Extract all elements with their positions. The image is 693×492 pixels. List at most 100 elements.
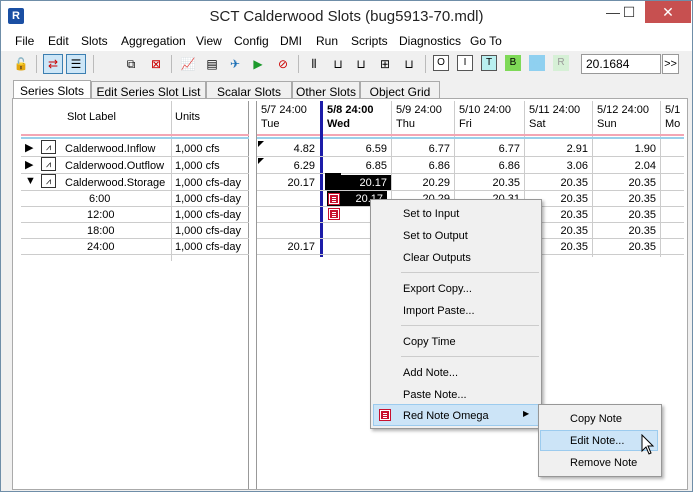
close-slot-icon[interactable]: ⊠ bbox=[146, 54, 166, 74]
grid-cell[interactable]: 1.90 bbox=[635, 143, 656, 155]
menu-config[interactable]: Config bbox=[234, 34, 269, 48]
column-header-day: Mo bbox=[665, 118, 681, 130]
grid-cell[interactable]: 2.04 bbox=[635, 160, 656, 172]
plot-icon[interactable]: 📈 bbox=[178, 54, 198, 74]
more-button[interactable]: >> bbox=[662, 54, 679, 74]
close-button[interactable]: ✕ bbox=[645, 1, 691, 23]
collapse-arrow-icon[interactable]: ▼ bbox=[25, 175, 36, 187]
grid-toggle-icon[interactable]: ☰ bbox=[66, 54, 86, 74]
menu-aggregation[interactable]: Aggregation bbox=[121, 34, 186, 48]
grid-cell[interactable]: 20.35 bbox=[628, 209, 656, 221]
play-icon[interactable]: ▶ bbox=[248, 54, 268, 74]
grid-cell[interactable]: 20.35 bbox=[628, 177, 656, 189]
grid-cell[interactable]: 6.77 bbox=[429, 143, 450, 155]
slot-units: 1,000 cfs bbox=[175, 143, 220, 155]
menu-clear-outputs[interactable]: Clear Outputs bbox=[403, 252, 471, 264]
menu-copy-note[interactable]: Copy Note bbox=[570, 413, 622, 425]
expand-arrow-icon[interactable]: ▶ bbox=[25, 158, 33, 171]
lock-icon[interactable]: 🔓 bbox=[11, 54, 31, 74]
column-header-day: Fri bbox=[459, 118, 472, 130]
column-header-date[interactable]: 5/1 bbox=[665, 104, 680, 116]
run-person-icon[interactable]: ✈ bbox=[225, 54, 245, 74]
sync-icon[interactable]: ⇄ bbox=[43, 54, 63, 74]
menu-scripts[interactable]: Scripts bbox=[351, 34, 388, 48]
menu-copy-time[interactable]: Copy Time bbox=[403, 336, 456, 348]
column-header-day: Sat bbox=[529, 118, 546, 130]
menu-set-to-input[interactable]: Set to Input bbox=[403, 208, 459, 220]
grid-cell[interactable]: 20.35 bbox=[628, 193, 656, 205]
chart-icon[interactable]: ▤ bbox=[202, 54, 222, 74]
menu-paste-note[interactable]: Paste Note... bbox=[403, 389, 467, 401]
open-slot-icon[interactable]: ⧉ bbox=[121, 54, 141, 74]
filter-b[interactable]: B bbox=[505, 55, 521, 71]
menu-run[interactable]: Run bbox=[316, 34, 338, 48]
grid-cell[interactable]: 4.82 bbox=[294, 143, 315, 155]
col-header-units[interactable]: Units bbox=[175, 111, 200, 123]
menu-goto[interactable]: Go To bbox=[470, 34, 502, 48]
filter-t[interactable]: T bbox=[481, 55, 497, 71]
menu-remove-note[interactable]: Remove Note bbox=[570, 457, 637, 469]
grid-cell[interactable]: 6.85 bbox=[366, 160, 387, 172]
column-header-date[interactable]: 5/8 24:00 bbox=[327, 104, 373, 116]
context-menu: Set to Input Set to Output Clear Outputs… bbox=[370, 199, 542, 429]
menu-import-paste[interactable]: Import Paste... bbox=[403, 305, 475, 317]
slot-units: 1,000 cfs-day bbox=[175, 241, 242, 253]
menu-add-note[interactable]: Add Note... bbox=[403, 367, 458, 379]
slot-units: 1,000 cfs bbox=[175, 160, 220, 172]
column-header-date[interactable]: 5/10 24:00 bbox=[459, 104, 511, 116]
col-header-slot-label[interactable]: Slot Label bbox=[67, 111, 116, 123]
grid-cell[interactable]: 20.35 bbox=[492, 177, 520, 189]
grid-cell[interactable]: 20.17 bbox=[287, 177, 315, 189]
grid-cell[interactable]: 20.35 bbox=[560, 225, 588, 237]
menu-diagnostics[interactable]: Diagnostics bbox=[399, 34, 461, 48]
column-header-date[interactable]: 5/9 24:00 bbox=[396, 104, 442, 116]
grid-cell[interactable]: 20.35 bbox=[560, 177, 588, 189]
menu-export-copy[interactable]: Export Copy... bbox=[403, 283, 472, 295]
grid-cell[interactable]: 3.06 bbox=[567, 160, 588, 172]
grid-cell[interactable]: 20.35 bbox=[628, 241, 656, 253]
slot-label: Calderwood.Outflow bbox=[65, 160, 165, 172]
expand-arrow-icon[interactable]: ▶ bbox=[25, 141, 33, 154]
filter-i[interactable]: I bbox=[457, 55, 473, 71]
column-header-date[interactable]: 5/11 24:00 bbox=[529, 104, 580, 116]
menu-slots[interactable]: Slots bbox=[81, 34, 108, 48]
slot-units: 1,000 cfs-day bbox=[175, 225, 242, 237]
grid-cell[interactable]: 20.35 bbox=[560, 193, 588, 205]
filter-r[interactable]: R bbox=[553, 55, 569, 71]
menu-set-to-output[interactable]: Set to Output bbox=[403, 230, 468, 242]
grid-cell[interactable]: 20.35 bbox=[628, 225, 656, 237]
fit-height-icon[interactable]: ⊔ bbox=[351, 54, 371, 74]
fit-width-icon[interactable]: ⊔ bbox=[328, 54, 348, 74]
fit-all-icon[interactable]: ⊞ bbox=[375, 54, 395, 74]
menu-dmi[interactable]: DMI bbox=[280, 34, 302, 48]
note-icon[interactable] bbox=[329, 194, 339, 204]
note-icon[interactable] bbox=[329, 209, 339, 219]
column-header-day: Tue bbox=[261, 118, 280, 130]
grid-cell[interactable]: 20.35 bbox=[560, 209, 588, 221]
timestep-field[interactable]: 20.1684 bbox=[581, 54, 661, 74]
grid-cell[interactable]: 20.35 bbox=[560, 241, 588, 253]
grid-cell[interactable]: 6.86 bbox=[499, 160, 520, 172]
menu-red-note-omega[interactable]: Red Note Omega bbox=[403, 410, 489, 422]
filter-o[interactable]: O bbox=[433, 55, 449, 71]
menu-file[interactable]: File bbox=[15, 34, 34, 48]
title-bar: R SCT Calderwood Slots (bug5913-70.mdl) … bbox=[1, 1, 692, 31]
menu-edit[interactable]: Edit bbox=[48, 34, 69, 48]
grid-cell[interactable]: 6.77 bbox=[499, 143, 520, 155]
grid-cell[interactable]: 6.59 bbox=[366, 143, 387, 155]
stop-icon[interactable]: ⊘ bbox=[273, 54, 293, 74]
split-icon[interactable]: ⊔ bbox=[399, 54, 419, 74]
menu-edit-note[interactable]: Edit Note... bbox=[570, 435, 624, 447]
grid-cell[interactable]: 20.29 bbox=[422, 177, 450, 189]
grid-cell[interactable]: 2.91 bbox=[567, 143, 588, 155]
maximize-button[interactable]: ☐ bbox=[613, 1, 645, 23]
slot-label: Calderwood.Inflow bbox=[65, 143, 156, 155]
grid-cell[interactable]: 20.17 bbox=[287, 241, 315, 253]
menu-view[interactable]: View bbox=[196, 34, 222, 48]
filter-m[interactable]: M bbox=[529, 55, 545, 71]
column-header-date[interactable]: 5/12 24:00 bbox=[597, 104, 649, 116]
column-header-date[interactable]: 5/7 24:00 bbox=[261, 104, 307, 116]
grid-cell[interactable]: 6.29 bbox=[294, 160, 315, 172]
grid-cell[interactable]: 6.86 bbox=[429, 160, 450, 172]
columns-icon[interactable]: ⦀ bbox=[304, 54, 324, 74]
